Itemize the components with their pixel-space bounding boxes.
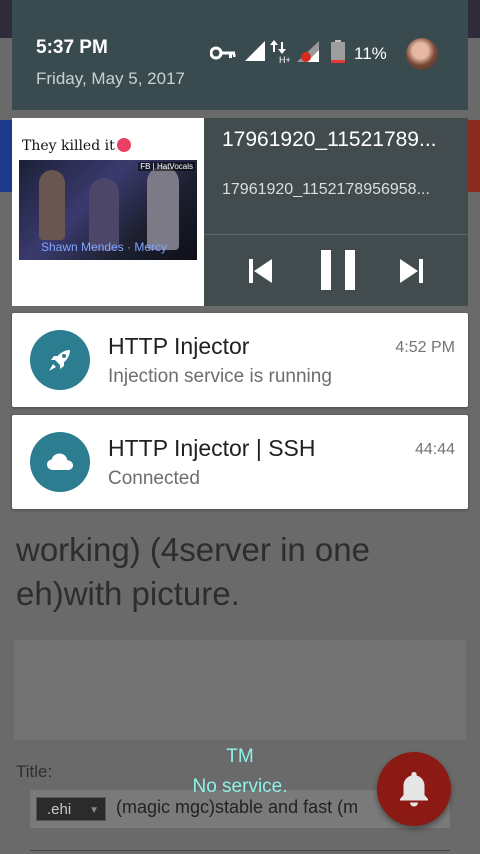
data-arrows-icon: H+ bbox=[270, 40, 290, 64]
album-art-caption: They killed it bbox=[22, 138, 131, 154]
battery-icon bbox=[331, 40, 345, 63]
title-input-value: (magic mgc)stable and fast (m bbox=[116, 797, 359, 817]
notification-time: 44:44 bbox=[414, 441, 455, 458]
album-art-photo: FB | HatVocals Shawn Mendes · Mercy bbox=[19, 160, 197, 260]
notification-title: HTTP Injector | SSH bbox=[108, 435, 316, 461]
prefix-value: .ehi bbox=[47, 801, 72, 818]
app-icon bbox=[30, 432, 90, 492]
app-icon bbox=[30, 330, 90, 390]
album-art: They killed it FB | HatVocals Shawn Mend… bbox=[12, 118, 204, 306]
previous-icon[interactable] bbox=[240, 251, 280, 291]
album-art-tag: FB | HatVocals bbox=[138, 162, 195, 171]
media-title: 17961920_11521789... bbox=[222, 128, 437, 151]
notification-text: Injection service is running bbox=[108, 366, 332, 387]
quick-settings-header[interactable]: 5:37 PM Friday, May 5, 2017 H+ 11% bbox=[12, 0, 468, 110]
divider bbox=[204, 234, 468, 235]
date[interactable]: Friday, May 5, 2017 bbox=[36, 69, 185, 89]
media-subtitle: 17961920_1152178956958... bbox=[222, 181, 430, 198]
next-icon[interactable] bbox=[392, 251, 432, 291]
notification-text: Connected bbox=[108, 468, 200, 489]
rocket-icon bbox=[49, 350, 70, 371]
notification-title: HTTP Injector bbox=[108, 333, 250, 359]
album-art-overlay: Shawn Mendes · Mercy bbox=[41, 240, 168, 254]
pause-icon[interactable] bbox=[316, 246, 360, 294]
carrier-name: TM bbox=[226, 746, 254, 767]
notification-http-injector-ssh[interactable]: HTTP Injector | SSH Connected 44:44 bbox=[12, 415, 468, 509]
notification-time: 4:52 PM bbox=[395, 339, 455, 356]
notification-http-injector[interactable]: HTTP Injector Injection service is runni… bbox=[12, 313, 468, 407]
user-avatar[interactable] bbox=[406, 38, 438, 70]
signal-icon bbox=[297, 41, 319, 62]
chevron-down-icon: ▼ bbox=[89, 805, 99, 816]
background-banner-right bbox=[468, 120, 480, 192]
figure-shape bbox=[39, 170, 65, 240]
svg-text:H+: H+ bbox=[279, 55, 290, 64]
clock: 5:37 PM bbox=[36, 37, 108, 58]
signal-icon bbox=[245, 41, 265, 61]
battery-percent: 11% bbox=[354, 44, 387, 63]
figure-shape bbox=[147, 166, 179, 250]
cloud-icon bbox=[47, 453, 73, 470]
media-notification[interactable]: They killed it FB | HatVocals Shawn Mend… bbox=[12, 118, 468, 306]
prefix-select[interactable]: .ehi ▼ bbox=[36, 797, 106, 821]
thread-title: working) (4server in one eh)with picture… bbox=[16, 531, 370, 612]
divider bbox=[30, 850, 450, 851]
background-banner-left bbox=[0, 120, 12, 192]
carrier-status: No service. bbox=[192, 776, 288, 797]
vpn-key-icon bbox=[210, 46, 236, 60]
heart-eyes-emoji-icon bbox=[116, 138, 131, 152]
post-body-field[interactable] bbox=[14, 640, 466, 740]
